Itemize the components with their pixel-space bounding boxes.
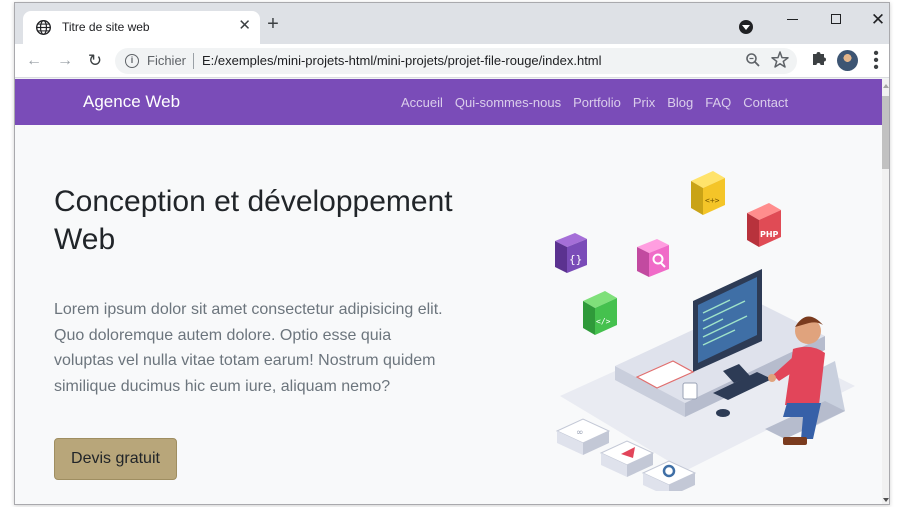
scrollbar-thumb[interactable]	[882, 96, 889, 169]
browser-tab[interactable]: Titre de site web ✕	[23, 11, 260, 44]
scroll-down-arrow-icon[interactable]	[883, 498, 889, 502]
maximize-button[interactable]	[819, 8, 853, 32]
site-info-icon[interactable]: i	[125, 54, 139, 68]
zoom-icon[interactable]	[745, 50, 761, 70]
cpp-cube-icon: <+>	[691, 171, 725, 215]
nav-link-faq[interactable]: FAQ	[705, 95, 731, 110]
window-close-button[interactable]: ✕	[861, 8, 889, 32]
url-text[interactable]: E:/exemples/mini-projets-html/mini-proje…	[202, 53, 602, 68]
new-tab-button[interactable]: +	[262, 14, 284, 34]
browser-toolbar: ← → ↻ i Fichier E:/exemples/mini-projets…	[15, 44, 889, 78]
developer-illustration: ∞ {} </> <+> PHP	[555, 171, 855, 491]
braces-cube-icon: {}	[555, 233, 587, 273]
code-cube-icon: </>	[583, 291, 617, 335]
nav-link-portfolio[interactable]: Portfolio	[573, 95, 621, 110]
tab-close-icon[interactable]: ✕	[238, 16, 251, 36]
scheme-label: Fichier	[147, 53, 187, 68]
cube-label-cpp: <+>	[705, 196, 720, 205]
cube-label-code: </>	[596, 317, 611, 326]
nav-link-blog[interactable]: Blog	[667, 95, 693, 110]
back-button[interactable]: ←	[22, 49, 46, 73]
address-bar[interactable]: i Fichier E:/exemples/mini-projets-html/…	[115, 48, 797, 74]
nav-links: Accueil Qui-sommes-nous Portfolio Prix B…	[401, 95, 788, 110]
omnibox-divider	[193, 53, 194, 69]
globe-icon	[36, 20, 51, 35]
tab-strip: Titre de site web ✕ + ✕	[15, 3, 889, 44]
search-cube-icon	[637, 239, 669, 277]
nav-link-accueil[interactable]: Accueil	[401, 95, 443, 110]
brand-logo[interactable]: Agence Web	[83, 92, 180, 112]
tab-search-icon[interactable]	[739, 20, 753, 34]
reload-button[interactable]: ↻	[83, 49, 107, 73]
site-navbar: Agence Web Accueil Qui-sommes-nous Portf…	[15, 79, 882, 125]
nav-link-prix[interactable]: Prix	[633, 95, 655, 110]
avatar[interactable]	[837, 50, 858, 71]
hero-text: Lorem ipsum dolor sit amet consectetur a…	[54, 301, 443, 395]
scroll-up-arrow-icon[interactable]	[883, 84, 889, 88]
maximize-icon	[831, 14, 841, 24]
tab-title: Titre de site web	[62, 20, 150, 34]
nav-link-qui-sommes-nous[interactable]: Qui-sommes-nous	[455, 95, 561, 110]
browser-window: Titre de site web ✕ + ✕ ← → ↻ i Fichier …	[14, 2, 890, 505]
minimize-icon	[786, 19, 798, 20]
puzzle-icon[interactable]	[811, 48, 827, 66]
php-cube-icon: PHP	[747, 203, 781, 247]
cube-label-braces: {}	[569, 253, 582, 266]
free-quote-button[interactable]: Devis gratuit	[54, 438, 177, 480]
minimize-button[interactable]	[775, 8, 809, 32]
page-scrollbar[interactable]	[882, 79, 889, 504]
menu-icon[interactable]: • • •	[871, 46, 881, 76]
forward-button[interactable]: →	[53, 49, 77, 73]
cube-label-php: PHP	[760, 230, 779, 239]
star-icon[interactable]	[771, 49, 789, 71]
page-viewport: Agence Web Accueil Qui-sommes-nous Portf…	[15, 79, 882, 504]
nav-link-contact[interactable]: Contact	[743, 95, 788, 110]
svg-text:∞: ∞	[576, 428, 584, 438]
hero-title: Conception et développement Web	[54, 185, 453, 256]
